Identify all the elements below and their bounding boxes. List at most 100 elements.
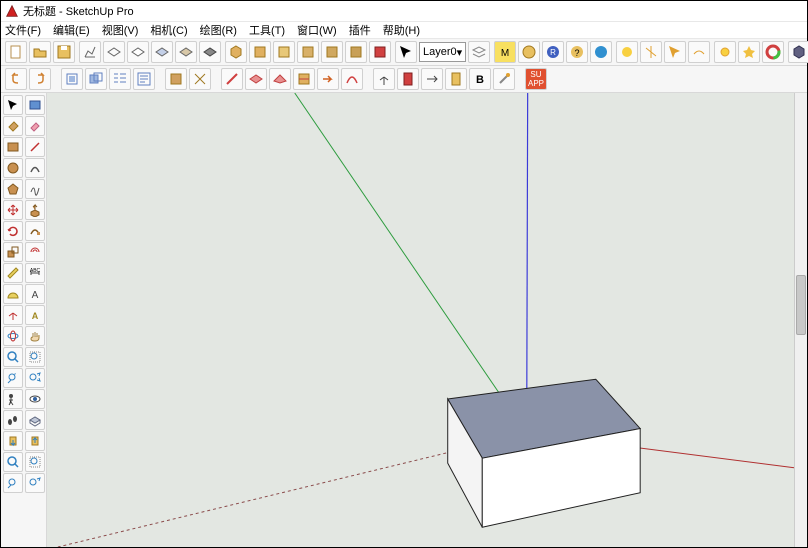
outliner-button[interactable] — [109, 68, 131, 90]
paint-bucket-tool[interactable] — [3, 116, 23, 136]
menu-draw[interactable]: 绘图(R) — [200, 22, 237, 38]
arrow-tool-button[interactable] — [421, 68, 443, 90]
scrollbar-thumb[interactable] — [796, 275, 806, 335]
back-view-button[interactable] — [321, 41, 343, 63]
share-model-tool[interactable] — [25, 431, 45, 451]
plugin-ball-button[interactable] — [590, 41, 612, 63]
menu-help[interactable]: 帮助(H) — [383, 22, 420, 38]
book-yellow-button[interactable] — [445, 68, 467, 90]
dimension-tool[interactable]: ABC — [25, 263, 45, 283]
arrow-orange-button[interactable] — [317, 68, 339, 90]
layer-select-icon[interactable] — [395, 41, 417, 63]
entity-info-button[interactable] — [133, 68, 155, 90]
walk-tool[interactable] — [3, 410, 23, 430]
fog-toggle-button[interactable] — [688, 41, 710, 63]
menu-file[interactable]: 文件(F) — [5, 22, 41, 38]
rectangle-tool[interactable] — [3, 137, 23, 157]
vertical-scrollbar[interactable] — [794, 93, 807, 547]
new-file-button[interactable] — [5, 41, 27, 63]
pan-tool[interactable] — [25, 326, 45, 346]
redo-button[interactable] — [29, 68, 51, 90]
text-tool[interactable]: A — [25, 284, 45, 304]
look-around-tool[interactable] — [25, 389, 45, 409]
select-tool[interactable] — [3, 95, 23, 115]
extra-zoom-extents-tool[interactable] — [25, 473, 45, 493]
extra-zoom-tool[interactable] — [3, 452, 23, 472]
component-button[interactable] — [788, 41, 808, 63]
wireframe-view-button[interactable] — [103, 41, 125, 63]
plugin-globe-button[interactable] — [518, 41, 540, 63]
section-cut-button[interactable] — [189, 68, 211, 90]
make-component-button[interactable] — [61, 68, 83, 90]
freehand-tool[interactable] — [25, 179, 45, 199]
su-app-button[interactable]: SUAPP — [525, 68, 547, 90]
axis-tool-button[interactable] — [373, 68, 395, 90]
menu-camera[interactable]: 相机(C) — [150, 22, 187, 38]
wand-tool-button[interactable] — [493, 68, 515, 90]
shadow-toggle-button[interactable] — [616, 41, 638, 63]
hidden-line-view-button[interactable] — [127, 41, 149, 63]
plugin-m-button[interactable]: M — [494, 41, 516, 63]
plane-red-button[interactable] — [245, 68, 267, 90]
sun-icon-button[interactable] — [714, 41, 736, 63]
menu-tools[interactable]: 工具(T) — [249, 22, 285, 38]
circle-tool[interactable] — [3, 158, 23, 178]
left-view-button[interactable] — [345, 41, 367, 63]
follow-me-tool[interactable] — [25, 221, 45, 241]
menu-edit[interactable]: 编辑(E) — [53, 22, 90, 38]
section-fill-button[interactable] — [165, 68, 187, 90]
layer-dropdown[interactable]: Layer0 ▾ — [419, 42, 466, 62]
polygon-tool[interactable] — [3, 179, 23, 199]
curve-red-button[interactable] — [341, 68, 363, 90]
extra-prev-view-tool[interactable] — [3, 473, 23, 493]
save-file-button[interactable] — [53, 41, 75, 63]
shaded-texture-view-button[interactable] — [175, 41, 197, 63]
book-red-button[interactable] — [397, 68, 419, 90]
arc-tool[interactable] — [25, 158, 45, 178]
get-models-tool[interactable] — [3, 431, 23, 451]
iso-view-button[interactable] — [225, 41, 247, 63]
sun-north-button[interactable] — [640, 41, 662, 63]
rotate-tool[interactable] — [3, 221, 23, 241]
right-view-button[interactable] — [297, 41, 319, 63]
eraser-tool[interactable] — [25, 116, 45, 136]
monochrome-view-button[interactable] — [199, 41, 221, 63]
plugin-b-button[interactable]: B — [469, 68, 491, 90]
offset-tool[interactable] — [25, 242, 45, 262]
previous-view-tool[interactable] — [3, 368, 23, 388]
make-component-tool[interactable] — [25, 95, 45, 115]
line-tool[interactable] — [25, 137, 45, 157]
push-pull-tool[interactable] — [25, 200, 45, 220]
zoom-window-tool[interactable] — [25, 347, 45, 367]
plane-red2-button[interactable] — [269, 68, 291, 90]
color-wheel-button[interactable] — [762, 41, 784, 63]
tape-measure-tool[interactable] — [3, 263, 23, 283]
menu-view[interactable]: 视图(V) — [102, 22, 139, 38]
open-file-button[interactable] — [29, 41, 51, 63]
position-camera-tool[interactable] — [3, 389, 23, 409]
menu-window[interactable]: 窗口(W) — [297, 22, 337, 38]
move-tool[interactable] — [3, 200, 23, 220]
protractor-tool[interactable] — [3, 284, 23, 304]
3d-text-tool[interactable]: A — [25, 305, 45, 325]
scale-tool[interactable] — [3, 242, 23, 262]
plugin-r-button[interactable]: R — [542, 41, 564, 63]
menu-plugins[interactable]: 插件 — [349, 22, 371, 38]
star-button[interactable] — [738, 41, 760, 63]
orbit-tool[interactable] — [3, 326, 23, 346]
zoom-tool[interactable] — [3, 347, 23, 367]
top-view-button[interactable] — [249, 41, 271, 63]
plugin-help-button[interactable]: ? — [566, 41, 588, 63]
make-group-button[interactable] — [85, 68, 107, 90]
undo-button[interactable] — [5, 68, 27, 90]
viewport-3d[interactable] — [47, 93, 807, 547]
shaded-view-button[interactable] — [151, 41, 173, 63]
front-view-button[interactable] — [273, 41, 295, 63]
zoom-extents-tool[interactable] — [25, 368, 45, 388]
layer-manager-button[interactable] — [468, 41, 490, 63]
model-info-button[interactable] — [79, 41, 101, 63]
sun-path-button[interactable] — [664, 41, 686, 63]
extra-zoom-window-tool[interactable] — [25, 452, 45, 472]
section-plane-tool[interactable] — [25, 410, 45, 430]
section-display-button[interactable] — [293, 68, 315, 90]
